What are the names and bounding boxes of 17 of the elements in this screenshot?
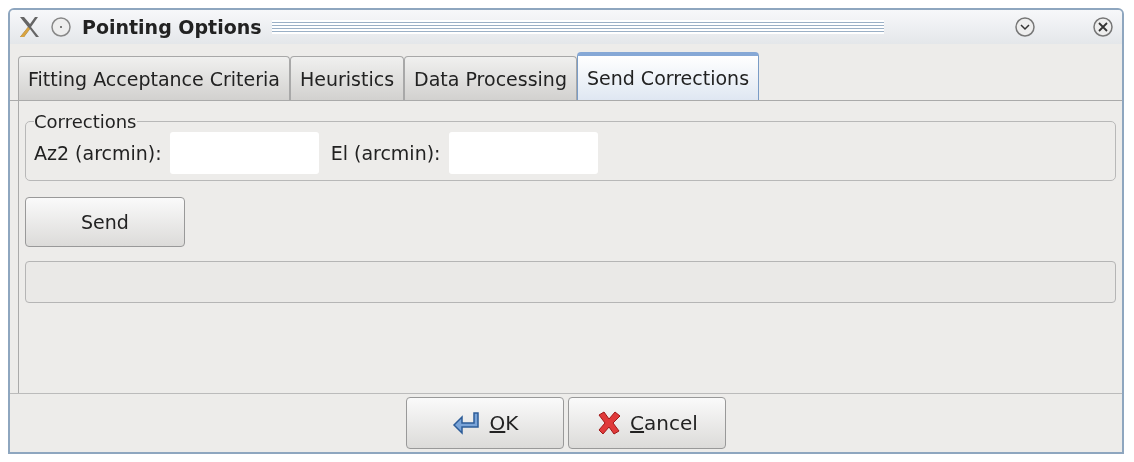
close-icon[interactable]: [1092, 16, 1114, 38]
cross-icon: [596, 410, 623, 436]
cancel-button[interactable]: Cancel: [568, 397, 726, 449]
tab[interactable]: Data Processing: [404, 56, 577, 100]
field-label: Az2 (arcmin):: [34, 142, 162, 164]
tab[interactable]: Heuristics: [290, 56, 405, 100]
window-title: Pointing Options: [82, 16, 262, 38]
minimize-icon[interactable]: [1014, 16, 1036, 38]
return-arrow-icon: [451, 411, 482, 435]
ok-button[interactable]: OK: [406, 397, 564, 449]
send-button[interactable]: Send: [25, 197, 185, 247]
x-logo-icon: [18, 15, 40, 39]
field-label: El (arcmin):: [330, 142, 441, 164]
tab[interactable]: Fitting Acceptance Criteria: [18, 56, 290, 100]
group-title: Corrections: [34, 111, 137, 132]
pin-circle-icon[interactable]: [50, 16, 72, 38]
tab[interactable]: Send Corrections: [576, 52, 760, 100]
